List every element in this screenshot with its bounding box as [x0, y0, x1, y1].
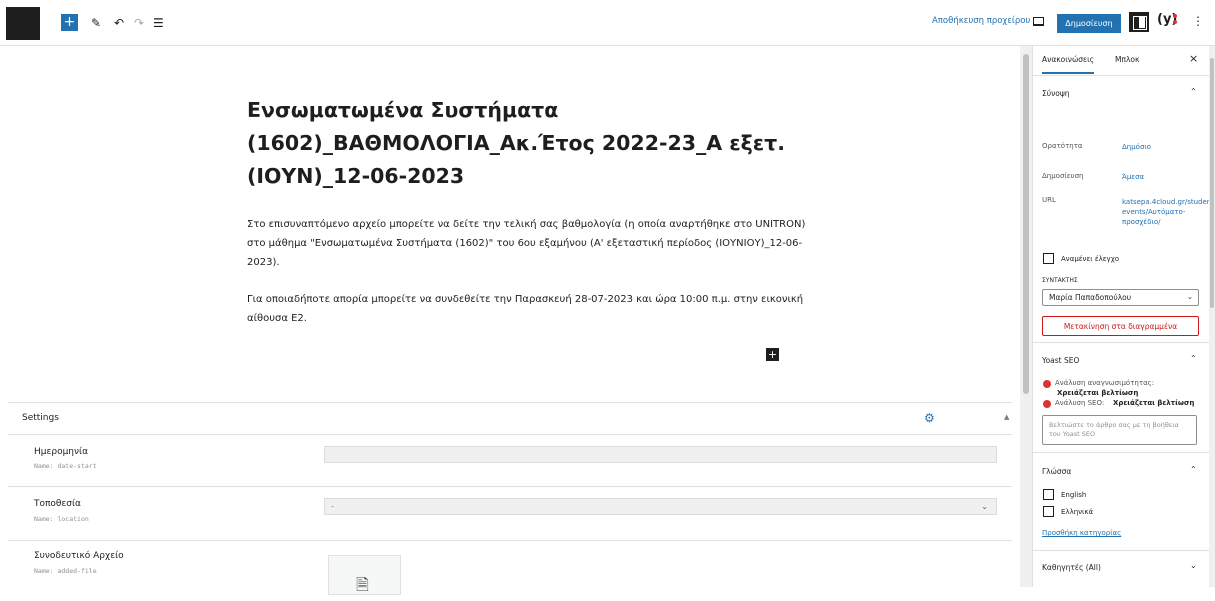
preview-icon[interactable]: [1033, 17, 1044, 26]
move-to-trash-button[interactable]: Μετακίνηση στα διαγραμμένα: [1042, 316, 1199, 336]
language-panel: Γλώσσα ⌃ English Ελληνικά Προσθήκη κατηγ…: [1033, 453, 1215, 551]
location-select[interactable]: - ⌄: [324, 498, 997, 515]
panel-title[interactable]: Γλώσσα: [1042, 467, 1071, 476]
paragraph-block[interactable]: Για οποιαδήποτε απορία μπορείτε να συνδε…: [247, 290, 807, 328]
publish-time-value[interactable]: Άμεσα: [1122, 172, 1202, 182]
visibility-value[interactable]: Δημόσιο: [1122, 142, 1202, 152]
pencil-icon[interactable]: ✎: [91, 14, 101, 31]
block-inserter-button[interactable]: +: [766, 348, 779, 361]
field-row-file: Συνοδευτικό Αρχείο Name: added-file: [8, 541, 1012, 588]
author-select[interactable]: Μαρία Παπαδοπούλου ⌄: [1042, 289, 1199, 306]
kebab-menu-icon[interactable]: ⋮: [1192, 14, 1204, 28]
panel-title[interactable]: Καθηγητές (All): [1042, 563, 1101, 572]
language-option: Ελληνικά: [1061, 508, 1094, 516]
metabox-header[interactable]: Settings ⚙ ▲: [8, 403, 1012, 435]
chevron-up-icon[interactable]: ⌃: [1190, 465, 1197, 474]
readability-status-icon: [1043, 380, 1051, 388]
file-icon: 🗎: [356, 575, 369, 594]
field-key: Name: date-start: [34, 462, 97, 470]
settings-sidebar: Ανακοινώσεις Μπλοκ × Σύνοψη ⌃ Ορατότητα …: [1032, 46, 1215, 587]
yoast-improve-button[interactable]: Βελτιώστε το άρθρο σας με τη βοήθεια του…: [1042, 415, 1197, 445]
scroll-thumb[interactable]: [1210, 58, 1214, 308]
editor-scrollbar[interactable]: [1020, 46, 1032, 587]
date-start-input[interactable]: [324, 446, 997, 463]
language-checkbox-greek[interactable]: [1043, 506, 1054, 517]
chevron-down-icon[interactable]: ⌄: [1190, 561, 1197, 570]
author-value: Μαρία Παπαδοπούλου: [1049, 293, 1132, 302]
sidebar-tabs: Ανακοινώσεις Μπλοκ ×: [1033, 46, 1215, 76]
field-row-location: Τοποθεσία Name: location - ⌄: [8, 487, 1012, 541]
redo-icon[interactable]: ↷: [134, 14, 144, 31]
post-title[interactable]: Ενσωματωμένα Συστήματα (1602)_ΒΑΘΜΟΛΟΓΙΑ…: [247, 94, 807, 193]
add-block-button[interactable]: +: [61, 14, 78, 31]
file-upload-box[interactable]: 🗎: [328, 555, 401, 595]
wordpress-icon[interactable]: [6, 7, 40, 40]
field-key: Name: location: [34, 515, 89, 523]
undo-icon[interactable]: ↶: [114, 14, 124, 31]
readability-label: Ανάλυση αναγνωσιμότητας:: [1055, 379, 1155, 387]
permalink-value[interactable]: katsepa.4cloud.gr/student-events/Αυτόματ…: [1122, 197, 1215, 227]
publish-button[interactable]: Δημοσίευση: [1057, 14, 1121, 33]
gear-icon[interactable]: ⚙: [924, 411, 935, 425]
settings-panel-icon[interactable]: [1129, 12, 1149, 32]
pending-review-label: Αναμένει έλεγχο: [1061, 255, 1120, 263]
publish-label: Δημοσίευση: [1042, 172, 1084, 180]
panel-title[interactable]: Yoast SEO: [1042, 356, 1079, 365]
field-row-date: Ημερομηνία Name: date-start: [8, 435, 1012, 487]
url-label: URL: [1042, 196, 1056, 204]
sidebar-scrollbar[interactable]: [1209, 46, 1215, 587]
seo-analysis-value: Χρειάζεται βελτίωση: [1113, 399, 1195, 407]
location-select-value: -: [331, 502, 334, 511]
chevron-down-icon: ⌄: [981, 502, 988, 511]
paragraph-block[interactable]: Στο επισυναπτόμενο αρχείο μπορείτε να δε…: [247, 215, 807, 272]
save-draft-button[interactable]: Αποθήκευση προχείρου: [932, 16, 1030, 26]
pending-review-checkbox[interactable]: [1043, 253, 1054, 264]
summary-panel: Σύνοψη ⌃ Ορατότητα Δημόσιο Δημοσίευση Άμ…: [1033, 76, 1215, 343]
chevron-up-icon[interactable]: ⌃: [1190, 87, 1197, 96]
chevron-down-icon: ⌄: [1187, 293, 1193, 301]
seo-status-icon: [1043, 400, 1051, 408]
seo-analysis-label: Ανάλυση SEO:: [1055, 399, 1105, 407]
author-label: ΣΥΝΤΑΚΤΗΣ: [1042, 277, 1078, 284]
editor-header: + ✎ ↶ ↷ ☰ Αποθήκευση προχείρου Δημοσίευσ…: [0, 0, 1215, 46]
field-key: Name: added-file: [34, 567, 97, 575]
chevron-up-icon[interactable]: ⌃: [1190, 354, 1197, 363]
visibility-label: Ορατότητα: [1042, 142, 1083, 150]
field-label: Συνοδευτικό Αρχείο: [34, 551, 124, 561]
teachers-panel: Καθηγητές (All) ⌄: [1033, 551, 1215, 587]
collapse-up-icon[interactable]: ▲: [1004, 413, 1009, 421]
tab-block[interactable]: Μπλοκ: [1115, 55, 1139, 64]
scroll-thumb[interactable]: [1023, 54, 1029, 394]
field-label: Ημερομηνία: [34, 447, 89, 457]
close-icon[interactable]: ×: [1189, 52, 1198, 65]
language-checkbox-english[interactable]: [1043, 489, 1054, 500]
settings-metabox: Settings ⚙ ▲ Ημερομηνία Name: date-start…: [8, 402, 1012, 595]
panel-title[interactable]: Σύνοψη: [1042, 89, 1070, 98]
tab-post[interactable]: Ανακοινώσεις: [1042, 55, 1095, 74]
field-label: Τοποθεσία: [34, 499, 81, 509]
language-option: English: [1061, 491, 1087, 499]
editor-canvas: Ενσωματωμένα Συστήματα (1602)_ΒΑΘΜΟΛΟΓΙΑ…: [0, 46, 1020, 402]
yoast-status-dots: [1173, 14, 1178, 26]
yoast-seo-panel: Yoast SEO ⌃ Ανάλυση αναγνωσιμότητας: Χρε…: [1033, 343, 1215, 453]
metabox-title: Settings: [22, 413, 59, 423]
add-category-link[interactable]: Προσθήκη κατηγορίας: [1042, 529, 1121, 537]
readability-value: Χρειάζεται βελτίωση: [1057, 389, 1139, 397]
list-view-icon[interactable]: ☰: [153, 14, 164, 31]
